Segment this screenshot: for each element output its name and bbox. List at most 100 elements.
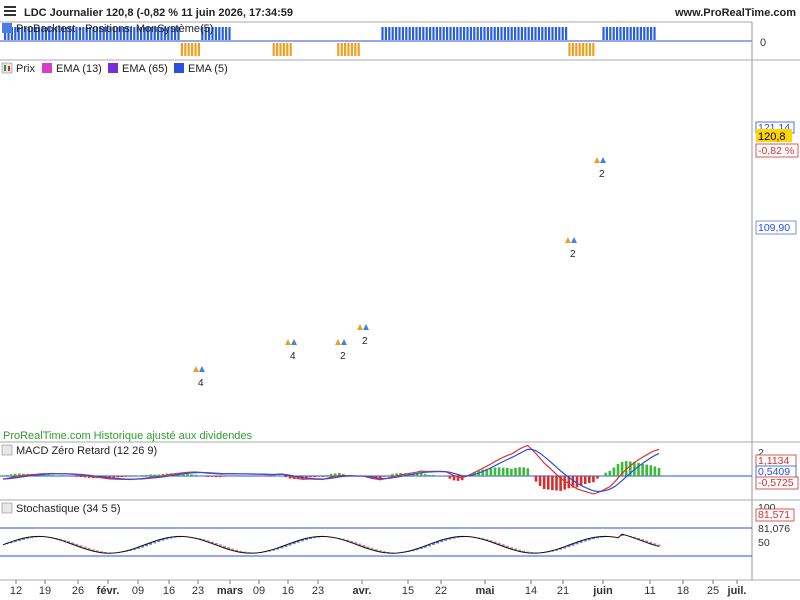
backtest-panel[interactable]: ProBacktest - Positions: MonSystème(5) 0 — [0, 21, 800, 61]
ema5-square-icon — [174, 63, 184, 73]
ema65-square-icon — [108, 63, 118, 73]
macd-histogram-bar — [649, 465, 653, 476]
menu-icon[interactable] — [4, 6, 16, 16]
backtest-long-bar — [418, 27, 421, 40]
stoch-panel[interactable]: Stochastique (34 5 5) 100 81,571 81,076 … — [0, 502, 795, 557]
signal-count: 4 — [198, 378, 204, 389]
macd-histogram-bar — [641, 463, 644, 476]
macd-histogram-bar — [112, 476, 115, 478]
legend-ema5: EMA (5) — [188, 63, 228, 75]
macd-histogram-bar — [280, 475, 284, 476]
backtest-long-bar — [381, 27, 384, 40]
macd-histogram-bar — [124, 476, 128, 477]
backtest-long-bar — [228, 27, 231, 40]
x-tick-label: 21 — [557, 585, 569, 597]
x-tick-label: févr. — [97, 585, 120, 597]
chart-canvas[interactable]: LDC Journalier 120,8 (-0,82 % 11 juin 20… — [0, 0, 800, 600]
watermark: ProRealTime.com Historique ajusté aux di… — [3, 430, 253, 442]
change-tag: -0,82 % — [758, 145, 794, 157]
macd-histogram-bar — [547, 476, 550, 490]
signal-count: 2 — [340, 351, 346, 362]
backtest-long-bar — [534, 27, 537, 40]
backtest-long-bar — [214, 27, 217, 40]
x-tick-label: 16 — [282, 585, 294, 597]
backtest-short-bar — [354, 43, 357, 56]
backtest-long-bar — [646, 27, 649, 40]
macd-histogram-bar — [190, 474, 193, 476]
macd-histogram-bar — [637, 462, 640, 476]
backtest-long-bar — [218, 27, 221, 40]
signal-count: 2 — [599, 169, 605, 180]
backtest-long-bar — [612, 27, 615, 40]
backtest-long-bar — [391, 27, 394, 40]
backtest-short-bar — [347, 43, 350, 56]
macd-histogram-bar — [518, 467, 521, 476]
stoch-icon — [1, 502, 13, 514]
signal-arrow-icon — [199, 366, 205, 372]
macd-histogram-bar — [46, 474, 50, 476]
stoch-label: Stochastique (34 5 5) — [16, 503, 121, 515]
backtest-long-bar — [476, 27, 479, 40]
backtest-long-bar — [507, 27, 510, 40]
site-name: www.ProRealTime.com — [674, 7, 796, 19]
backtest-short-bar — [197, 43, 200, 56]
backtest-short-bar — [350, 43, 353, 56]
macd-histogram-bar — [157, 474, 161, 476]
macd-histogram-bar — [563, 476, 566, 490]
price-panel[interactable]: Prix EMA (13) EMA (65) EMA (5) 909510010… — [0, 0, 800, 580]
backtest-short-bar — [194, 43, 197, 56]
backtest-long-bar — [629, 27, 632, 40]
backtest-short-bar — [279, 43, 282, 56]
backtest-long-bar — [531, 27, 534, 40]
backtest-long-bar — [466, 27, 469, 40]
hist-value-tag: -0,5725 — [758, 477, 794, 489]
stoch-mid-tick: 50 — [758, 537, 770, 549]
backtest-long-bar — [520, 27, 523, 40]
macd-histogram-bar — [653, 466, 657, 476]
macd-histogram-bar — [514, 467, 517, 476]
backtest-short-bar — [184, 43, 187, 56]
macd-panel[interactable]: MACD Zéro Retard (12 26 9) 2 1,1134 0,54… — [0, 444, 799, 495]
signal-arrow-icon — [193, 366, 199, 372]
backtest-long-bar — [408, 27, 411, 40]
ema13-square-icon — [42, 63, 52, 73]
x-tick-label: 22 — [435, 585, 447, 597]
price-icon — [1, 62, 13, 74]
macd-histogram-bar — [506, 467, 509, 476]
macd-histogram-bar — [608, 470, 612, 476]
macd-histogram-bar — [452, 476, 456, 481]
backtest-long-bar — [405, 27, 408, 40]
x-tick-label: 09 — [253, 585, 265, 597]
backtest-label: ProBacktest - Positions: MonSystème(5) — [16, 23, 213, 35]
backtest-short-bar — [282, 43, 285, 56]
backtest-long-bar — [565, 27, 568, 40]
backtest-long-bar — [435, 27, 438, 40]
x-tick-label: avr. — [353, 585, 372, 597]
macd-histogram-bar — [321, 476, 325, 477]
macd-histogram-bar — [588, 476, 591, 483]
backtest-long-bar — [483, 27, 486, 40]
macd-histogram-bar — [596, 476, 599, 479]
backtest-short-bar — [575, 43, 578, 56]
macd-icon — [1, 444, 13, 456]
backtest-long-bar — [548, 27, 551, 40]
backtest-long-bar — [636, 27, 639, 40]
x-tick-label: 15 — [402, 585, 414, 597]
backtest-long-bar — [401, 27, 404, 40]
macd-histogram-bar — [309, 476, 312, 478]
macd-histogram-bar — [219, 476, 222, 478]
x-tick-label: 19 — [39, 585, 51, 597]
backtest-long-bar — [473, 27, 476, 40]
backtest-long-bar — [639, 27, 642, 40]
backtest-long-bar — [551, 27, 554, 40]
backtest-long-bar — [619, 27, 622, 40]
macd-histogram-bar — [268, 476, 271, 477]
macd-histogram-bar — [14, 473, 17, 476]
macd-histogram-bar — [5, 475, 9, 476]
backtest-long-bar — [442, 27, 445, 40]
signal-arrow-icon — [571, 237, 577, 243]
last-price-tag: 120,8 — [758, 131, 786, 143]
backtest-long-bar — [497, 27, 500, 40]
macd-histogram-bar — [493, 467, 497, 476]
macd-histogram-bar — [600, 475, 603, 476]
